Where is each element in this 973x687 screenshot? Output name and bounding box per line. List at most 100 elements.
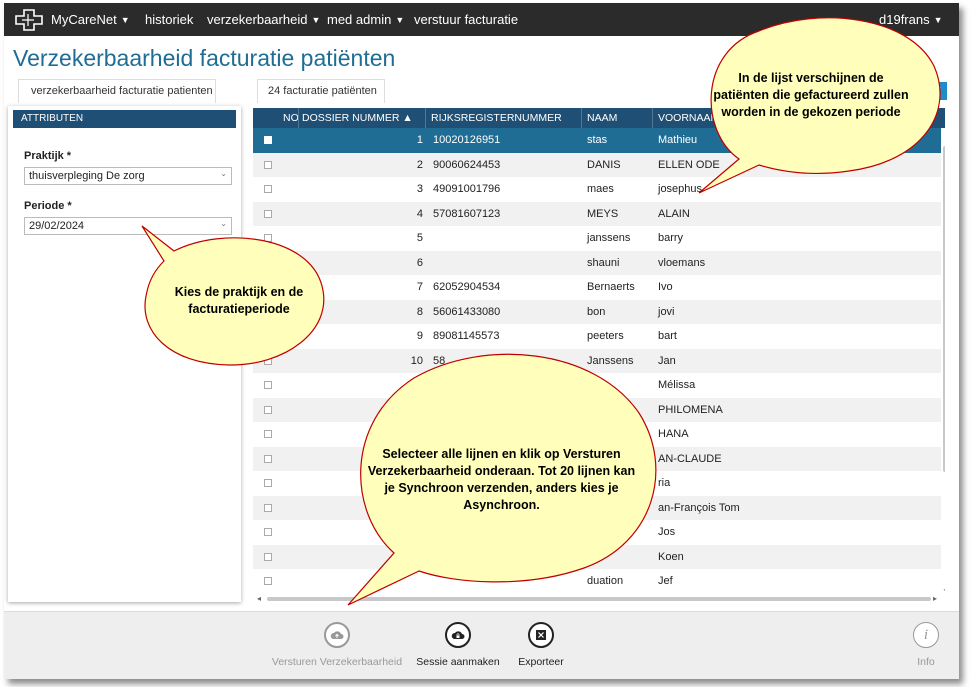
exporteer-label: Exporteer — [518, 656, 564, 668]
row-number: 6 — [416, 256, 423, 269]
row-number: 9 — [416, 330, 423, 342]
cloud-upload-icon — [324, 622, 350, 648]
nav-med-admin[interactable]: med admin ▼ — [327, 12, 404, 27]
table-row[interactable]: 7 62052904534 Bernaerts Ivo — [253, 275, 941, 300]
sort-asc-icon: ▲ — [402, 112, 413, 124]
praktijk-value: thuisverpleging De zorg — [29, 170, 145, 182]
col-naam[interactable]: NAAM — [587, 112, 617, 124]
versturen-verzekerbaarheid-button[interactable]: Versturen Verzekerbaarheid — [267, 622, 407, 668]
naam-cell: maes — [587, 183, 614, 195]
versturen-label: Versturen Verzekerbaarheid — [271, 656, 403, 668]
callout-versturen: Selecteer alle lijnen en klik op Verstur… — [334, 343, 674, 608]
periode-value: 29/02/2024 — [29, 220, 85, 232]
row-checkbox[interactable] — [264, 405, 272, 414]
nav-med-admin-label: med admin — [327, 12, 392, 27]
scroll-left-icon[interactable]: ◂ — [257, 594, 261, 603]
row-checkbox[interactable] — [264, 552, 272, 561]
excel-icon — [528, 622, 554, 648]
naam-cell: bon — [587, 305, 606, 318]
tab-verzekerbaarheid-facturatie[interactable]: verzekerbaarheid facturatie patienten — [18, 79, 216, 103]
nav-verzekerbaarheid-label: verzekerbaarheid — [207, 12, 308, 27]
col-divider — [581, 108, 582, 128]
nav-historiek[interactable]: historiek — [145, 12, 193, 27]
naam-cell: Bernaerts — [587, 281, 635, 293]
row-checkbox[interactable] — [264, 136, 272, 144]
page-title: Verzekerbaarheid facturatie patiënten — [13, 45, 396, 71]
info-button[interactable]: i Info — [906, 622, 946, 668]
nav-verstuur-facturatie[interactable]: verstuur facturatie — [414, 12, 518, 27]
col-dossier-nummer[interactable]: DOSSIER NUMMER ▲ — [302, 112, 413, 124]
voornaam-cell: Ivo — [658, 281, 673, 293]
row-number: 2 — [416, 158, 423, 171]
col-dossier-nummer-label: DOSSIER NUMMER — [302, 112, 400, 124]
naam-cell: DANIS — [587, 158, 621, 171]
col-rijksregisternummer[interactable]: RIJKSREGISTERNUMMER — [431, 112, 562, 124]
scroll-right-icon[interactable]: ▸ — [933, 594, 937, 603]
attributes-header: ATTRIBUTEN — [13, 110, 236, 128]
callout-top-text: In de lijst verschijnen de patiënten die… — [713, 71, 909, 119]
praktijk-select[interactable]: thuisverpleging De zorg ⌄ — [24, 167, 232, 185]
row-checkbox[interactable] — [264, 185, 272, 193]
info-label: Info — [917, 656, 935, 668]
row-number: 4 — [416, 207, 423, 220]
col-divider — [425, 108, 426, 128]
mycarenet-logo-icon — [15, 9, 43, 31]
row-checkbox[interactable] — [264, 381, 272, 389]
rijksregisternummer-cell: 57081607123 — [433, 207, 501, 220]
nav-brand[interactable]: MyCareNet ▼ — [51, 12, 130, 27]
col-divider — [652, 108, 653, 128]
praktijk-label: Praktijk * — [24, 150, 72, 162]
naam-cell: MEYS — [587, 207, 619, 220]
row-number: 7 — [416, 281, 423, 293]
callout-bottom-text: Selecteer alle lijnen en klik op Verstur… — [367, 447, 636, 512]
sessie-label: Sessie aanmaken — [416, 656, 500, 668]
nav-brand-label: MyCareNet — [51, 12, 117, 27]
naam-cell: peeters — [587, 330, 624, 342]
table-row[interactable]: 8 56061433080 bon jovi — [253, 299, 941, 324]
row-checkbox[interactable] — [264, 209, 272, 218]
row-number: 1 — [416, 134, 423, 146]
cloud-lock-icon — [445, 622, 471, 648]
callout-praktijk-periode: Kies de praktijk en de facturatieperiode — [134, 221, 339, 371]
row-checkbox[interactable] — [264, 528, 272, 536]
naam-cell: stas — [587, 134, 608, 146]
chevron-down-icon: ▼ — [120, 15, 130, 25]
rijksregisternummer-cell: 10020126951 — [433, 134, 501, 146]
scroll-down-icon[interactable]: ⌄ — [942, 584, 945, 593]
voornaam-cell: jovi — [658, 305, 675, 318]
info-icon: i — [913, 622, 939, 648]
row-number: 8 — [416, 305, 423, 318]
row-checkbox[interactable] — [264, 503, 272, 512]
exporteer-button[interactable]: Exporteer — [511, 622, 571, 668]
rijksregisternummer-cell: 49091001796 — [433, 183, 501, 195]
row-checkbox[interactable] — [264, 430, 272, 438]
row-checkbox[interactable] — [264, 454, 272, 463]
voornaam-cell: barry — [658, 232, 684, 244]
chevron-down-icon: ⌄ — [220, 169, 227, 178]
nav-verzekerbaarheid[interactable]: verzekerbaarheid ▼ — [207, 12, 320, 27]
naam-cell: janssens — [587, 232, 631, 244]
app-window: MyCareNet ▼ historiek verzekerbaarheid ▼ m… — [4, 3, 959, 679]
row-checkbox[interactable] — [264, 160, 272, 169]
bottom-toolbar: Versturen Verzekerbaarheid Sessie aanmak… — [4, 611, 959, 679]
rijksregisternummer-cell: 90060624453 — [433, 158, 501, 171]
callout-left-text: Kies de praktijk en de facturatieperiode — [174, 285, 304, 316]
naam-cell: shauni — [587, 256, 620, 269]
voornaam-cell: vloemans — [658, 256, 706, 269]
row-checkbox[interactable] — [264, 479, 272, 487]
table-row[interactable]: 5 janssens barry — [253, 226, 941, 251]
row-checkbox[interactable] — [264, 577, 272, 585]
row-number: 5 — [416, 232, 423, 244]
table-row[interactable]: 6 shauni vloemans — [253, 250, 941, 275]
row-number: 3 — [416, 183, 423, 195]
tab-facturatie-patienten[interactable]: 24 facturatie patiënten — [257, 79, 385, 103]
callout-patient-list: In de lijst verschijnen de patiënten die… — [679, 11, 949, 201]
chevron-down-icon: ▼ — [311, 15, 321, 25]
col-no[interactable]: NO — [283, 112, 299, 124]
rijksregisternummer-cell: 62052904534 — [433, 281, 501, 293]
voornaam-cell: bart — [658, 330, 677, 342]
col-divider — [298, 108, 299, 128]
sessie-aanmaken-button[interactable]: Sessie aanmaken — [413, 622, 503, 668]
voornaam-cell: ALAIN — [658, 207, 690, 220]
table-row[interactable]: 4 57081607123 MEYS ALAIN — [253, 201, 941, 226]
